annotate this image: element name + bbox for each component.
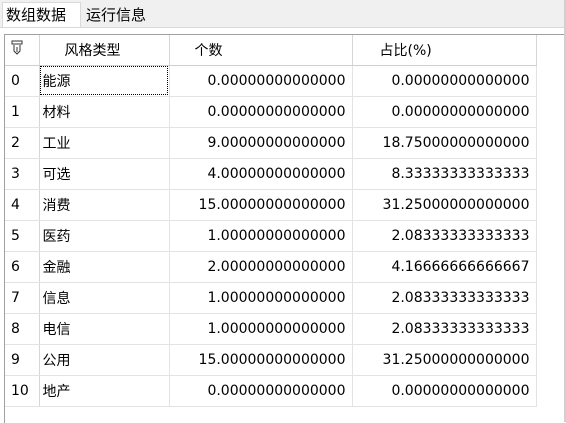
ratio-cell[interactable]: 2.08333333333333 — [352, 220, 537, 252]
row-selector-header[interactable] — [5, 35, 40, 66]
style-type-cell[interactable]: 消费 — [39, 189, 170, 221]
tab-run-info[interactable]: 运行信息 — [83, 3, 153, 27]
ratio-cell[interactable]: 31.25000000000000 — [352, 344, 537, 376]
row-index-cell[interactable]: 0 — [5, 65, 40, 97]
tab-bar: 数组数据 运行信息 — [0, 0, 566, 28]
column-header-style-type[interactable]: 风格类型 — [39, 35, 170, 66]
style-type-cell[interactable]: 公用 — [39, 344, 170, 376]
count-cell[interactable]: 0.00000000000000 — [169, 96, 353, 128]
table-row[interactable]: 10 地产 0.00000000000000 0.00000000000000 — [5, 375, 537, 407]
table-row[interactable]: 8 电信 1.00000000000000 2.08333333333333 — [5, 313, 537, 345]
ratio-cell[interactable]: 4.16666666666667 — [352, 251, 537, 283]
data-grid[interactable]: 风格类型 个数 占比(%) 0 能源 0.00000000000000 0.00000… — [4, 34, 566, 423]
row-index-cell[interactable]: 4 — [5, 189, 40, 221]
ratio-cell[interactable]: 8.33333333333333 — [352, 158, 537, 190]
ratio-cell[interactable]: 18.75000000000000 — [352, 127, 537, 159]
row-index-cell[interactable]: 1 — [5, 96, 40, 128]
table-row[interactable]: 5 医药 1.00000000000000 2.08333333333333 — [5, 220, 537, 252]
style-type-cell[interactable]: 医药 — [39, 220, 170, 252]
count-cell[interactable]: 15.00000000000000 — [169, 189, 353, 221]
style-type-cell[interactable]: 地产 — [39, 375, 170, 407]
count-cell[interactable]: 1.00000000000000 — [169, 313, 353, 345]
style-type-cell[interactable]: 工业 — [39, 127, 170, 159]
row-index-cell[interactable]: 2 — [5, 127, 40, 159]
row-index-cell[interactable]: 5 — [5, 220, 40, 252]
table-row[interactable]: 6 金融 2.00000000000000 4.16666666666667 — [5, 251, 537, 283]
data-table: 风格类型 个数 占比(%) 0 能源 0.00000000000000 0.00000… — [5, 35, 537, 407]
row-index-cell[interactable]: 3 — [5, 158, 40, 190]
ratio-cell[interactable]: 2.08333333333333 — [352, 313, 537, 345]
style-type-cell[interactable]: 能源 — [39, 65, 170, 97]
tab-array-data[interactable]: 数组数据 — [2, 2, 81, 28]
count-cell[interactable]: 15.00000000000000 — [169, 344, 353, 376]
count-cell[interactable]: 4.00000000000000 — [169, 158, 353, 190]
table-row[interactable]: 3 可选 4.00000000000000 8.33333333333333 — [5, 158, 537, 190]
ratio-cell[interactable]: 0.00000000000000 — [352, 65, 537, 97]
count-cell[interactable]: 2.00000000000000 — [169, 251, 353, 283]
row-index-cell[interactable]: 9 — [5, 344, 40, 376]
style-type-cell[interactable]: 电信 — [39, 313, 170, 345]
column-header-count[interactable]: 个数 — [169, 35, 353, 66]
table-row[interactable]: 4 消费 15.00000000000000 31.25000000000000 — [5, 189, 537, 221]
column-header-ratio[interactable]: 占比(%) — [352, 35, 537, 66]
style-type-cell[interactable]: 可选 — [39, 158, 170, 190]
table-row[interactable]: 0 能源 0.00000000000000 0.00000000000000 — [5, 65, 537, 97]
row-index-cell[interactable]: 7 — [5, 282, 40, 314]
table-row[interactable]: 7 信息 1.00000000000000 2.08333333333333 — [5, 282, 537, 314]
grid-body: 0 能源 0.00000000000000 0.00000000000000 1 材料 0.… — [5, 65, 537, 407]
row-index-cell[interactable]: 6 — [5, 251, 40, 283]
row-index-cell[interactable]: 8 — [5, 313, 40, 345]
ratio-cell[interactable]: 0.00000000000000 — [352, 96, 537, 128]
count-cell[interactable]: 1.00000000000000 — [169, 220, 353, 252]
ratio-cell[interactable]: 0.00000000000000 — [352, 375, 537, 407]
table-row[interactable]: 1 材料 0.00000000000000 0.00000000000000 — [5, 96, 537, 128]
table-row[interactable]: 9 公用 15.00000000000000 31.25000000000000 — [5, 344, 537, 376]
count-cell[interactable]: 0.00000000000000 — [169, 65, 353, 97]
table-row[interactable]: 2 工业 9.00000000000000 18.75000000000000 — [5, 127, 537, 159]
style-type-cell[interactable]: 信息 — [39, 282, 170, 314]
count-cell[interactable]: 1.00000000000000 — [169, 282, 353, 314]
style-type-cell[interactable]: 材料 — [39, 96, 170, 128]
style-type-cell[interactable]: 金融 — [39, 251, 170, 283]
ratio-cell[interactable]: 31.25000000000000 — [352, 189, 537, 221]
header-row: 风格类型 个数 占比(%) — [5, 35, 537, 66]
row-index-cell[interactable]: 10 — [5, 375, 40, 407]
count-cell[interactable]: 0.00000000000000 — [169, 375, 353, 407]
row-selector-icon — [5, 40, 23, 60]
ratio-cell[interactable]: 2.08333333333333 — [352, 282, 537, 314]
tab-divider — [0, 27, 566, 28]
count-cell[interactable]: 9.00000000000000 — [169, 127, 353, 159]
